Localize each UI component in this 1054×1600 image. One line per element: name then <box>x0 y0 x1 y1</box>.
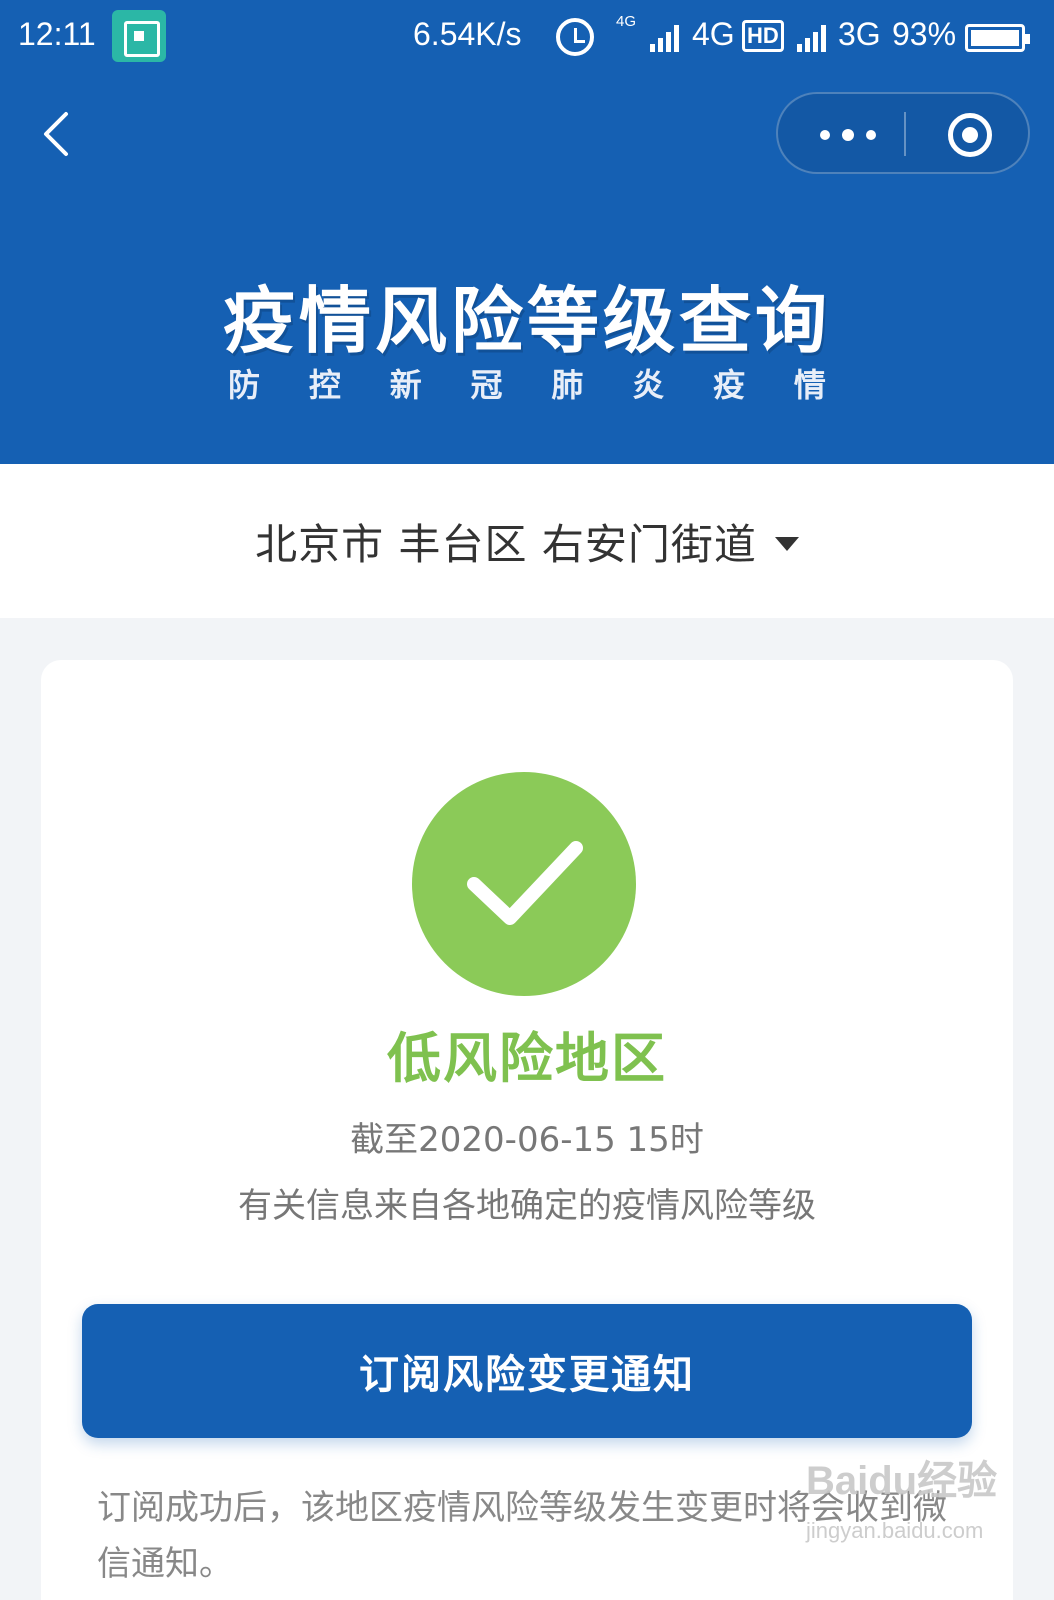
watermark-main: Baidu经验 <box>806 1459 998 1503</box>
status-time: 12:11 <box>18 16 96 52</box>
header: 12:11 6.54K/s 4G 4G HD 3G 93% 疫情风险等级查询 防… <box>0 0 1054 464</box>
caret-down-icon <box>774 537 799 551</box>
hd-badge: HD <box>742 20 784 52</box>
page-subtitle: 防 控 新 冠 肺 炎 疫 情 <box>228 360 826 406</box>
location-selector[interactable]: 北京市 丰台区 右安门街道 <box>0 464 1054 618</box>
watermark: Baidu经验 jingyan.baidu.com <box>806 1448 1006 1568</box>
back-button[interactable] <box>36 110 86 160</box>
signal-icon-2 <box>797 22 826 52</box>
subtitle-char: 炎 <box>632 366 665 404</box>
signal-icon <box>650 22 679 52</box>
subtitle-char: 肺 <box>551 366 584 404</box>
close-target-button[interactable] <box>946 111 994 159</box>
watermark-sub: jingyan.baidu.com <box>806 1518 984 1543</box>
source-note: 有关信息来自各地确定的疫情风险等级 <box>238 1186 816 1226</box>
screenshot-icon <box>112 10 166 62</box>
more-dots-icon <box>820 130 830 140</box>
miniprogram-capsule <box>776 92 1030 174</box>
network-type-2: 3G <box>838 16 881 52</box>
battery-icon <box>965 24 1030 52</box>
subtitle-char: 控 <box>308 366 341 404</box>
subtitle-char: 情 <box>793 366 826 404</box>
as-of-time: 截至2020-06-15 15时 <box>350 1120 704 1160</box>
battery-percent: 93% <box>892 16 957 52</box>
subscribe-button[interactable]: 订阅风险变更通知 <box>82 1304 972 1438</box>
network-type-1: 4G <box>692 16 735 52</box>
subtitle-char: 冠 <box>470 366 503 404</box>
check-circle-icon <box>412 772 636 996</box>
capsule-divider <box>904 112 906 156</box>
subtitle-char: 疫 <box>713 366 746 404</box>
location-text: 北京市 丰台区 右安门街道 <box>255 519 757 569</box>
chevron-left-icon <box>44 112 68 156</box>
risk-level: 低风险地区 <box>387 1027 667 1090</box>
network-speed: 6.54K/s <box>413 16 522 52</box>
subtitle-char: 新 <box>389 366 422 404</box>
page-title: 疫情风险等级查询 <box>222 279 831 363</box>
more-button[interactable] <box>802 114 892 156</box>
network-type-small: 4G <box>616 13 637 30</box>
subtitle-char: 防 <box>228 366 261 404</box>
status-bar: 12:11 6.54K/s 4G 4G HD 3G 93% <box>0 0 1054 72</box>
alarm-icon <box>556 18 594 56</box>
